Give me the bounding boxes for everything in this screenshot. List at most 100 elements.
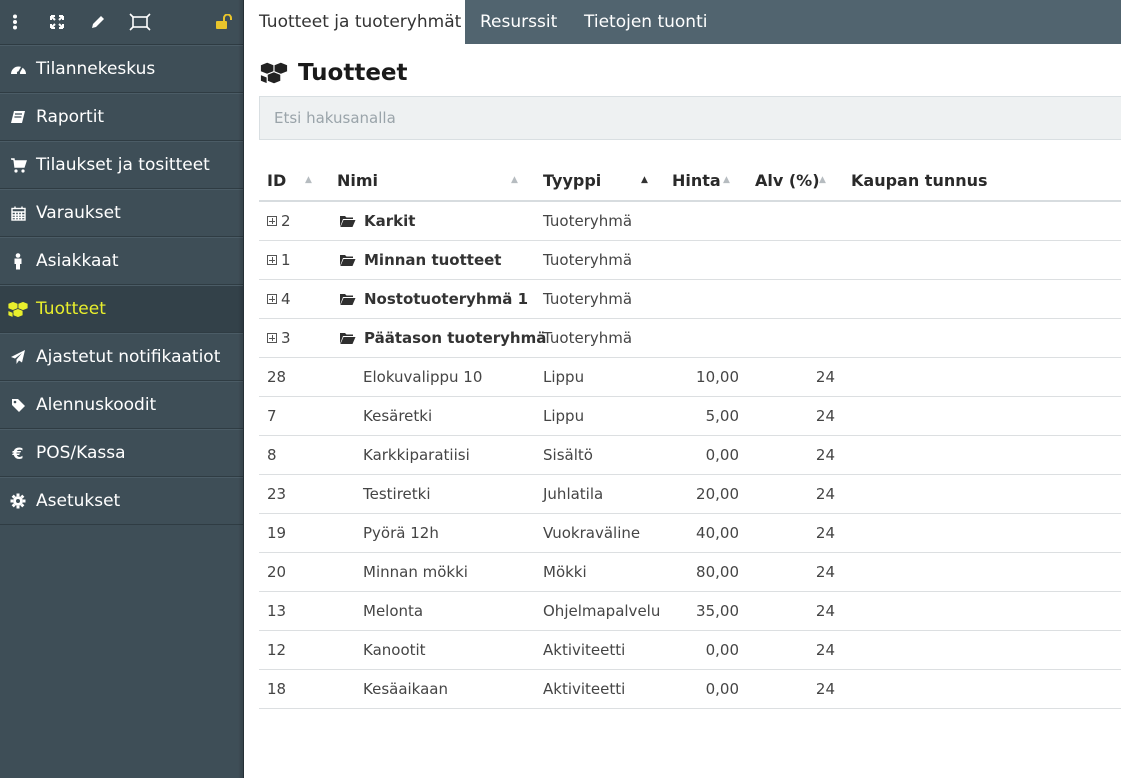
table-row-group[interactable]: 2 Karkit Tuoteryhmä [259, 202, 1121, 241]
id-cell: 19 [267, 524, 287, 542]
table-row[interactable]: 18 Kesäaikaan Aktiviteetti 0,00 24 [259, 670, 1121, 709]
sidebar-item-pos-kassa[interactable]: € POS/Kassa [0, 429, 243, 477]
table-row[interactable]: 20 Minnan mökki Mökki 80,00 24 [259, 553, 1121, 592]
id-cell: 3 [267, 319, 291, 357]
name-cell: Kesäretki [363, 407, 433, 425]
table-row[interactable]: 8 Karkkiparatiisi Sisältö 0,00 24 [259, 436, 1121, 475]
type-cell: Vuokraväline [543, 524, 641, 542]
tab-resurssit[interactable]: Resurssit [480, 0, 557, 44]
sidebar-item-label: Asiakkaat [36, 251, 119, 271]
name-cell: Päätason tuoteryhmä [339, 319, 546, 357]
type-cell: Sisältö [543, 446, 593, 464]
sort-icon[interactable]: ▲ [511, 160, 518, 200]
sidebar-item-varaukset[interactable]: Varaukset [0, 189, 243, 237]
id-cell: 28 [267, 368, 287, 386]
sidebar-item-label: Tilaukset ja tositteet [36, 155, 210, 175]
column-header-nimi[interactable]: Nimi [337, 160, 378, 200]
expand-plus-icon[interactable] [267, 216, 277, 226]
name-cell: Minnan mökki [363, 563, 468, 581]
sort-icon[interactable]: ▲ [723, 160, 730, 200]
sidebar-item-label: Raportit [36, 107, 105, 127]
id-cell: 8 [267, 446, 277, 464]
table-row[interactable]: 23 Testiretki Juhlatila 20,00 24 [259, 475, 1121, 514]
column-header-kaupan-tunnus[interactable]: Kaupan tunnus [851, 160, 988, 200]
pencil-icon[interactable] [86, 10, 110, 34]
table-row[interactable]: 19 Pyörä 12h Vuokraväline 40,00 24 [259, 514, 1121, 553]
table-row[interactable]: 12 Kanootit Aktiviteetti 0,00 24 [259, 631, 1121, 670]
table-row-group[interactable]: 4 Nostotuoteryhmä 1 Tuoteryhmä [259, 280, 1121, 319]
sidebar-item-ajastetut-notifikaatiot[interactable]: Ajastetut notifikaatiot [0, 333, 243, 381]
sort-icon[interactable]: ▲ [819, 160, 826, 200]
unlock-icon[interactable] [212, 10, 236, 34]
expand-plus-icon[interactable] [267, 255, 277, 265]
type-cell: Mökki [543, 563, 587, 581]
vat-cell: 24 [815, 563, 835, 581]
expand-icon[interactable] [45, 10, 69, 34]
name-cell: Pyörä 12h [363, 524, 439, 542]
calendar-icon [0, 206, 36, 221]
search-input[interactable] [259, 96, 1121, 140]
type-cell: Tuoteryhmä [543, 329, 633, 347]
column-header-tyyppi[interactable]: Tyyppi [543, 160, 601, 200]
column-header-id[interactable]: ID [267, 160, 286, 200]
table-row-group[interactable]: 1 Minnan tuotteet Tuoteryhmä [259, 241, 1121, 280]
euro-icon: € [12, 443, 24, 463]
type-cell: Aktiviteetti [543, 641, 626, 659]
table-row[interactable]: 7 Kesäretki Lippu 5,00 24 [259, 397, 1121, 436]
column-header-alv[interactable]: Alv (%) [755, 160, 820, 200]
price-cell: 0,00 [705, 446, 739, 464]
sidebar-menu: Tilannekeskus Raportit Tilaukset ja tosi… [0, 45, 243, 525]
page-title-text: Tuotteet [298, 60, 408, 86]
sidebar-item-tuotteet[interactable]: Tuotteet [0, 285, 243, 333]
id-cell: 1 [267, 241, 291, 279]
name-cell: Testiretki [363, 485, 431, 503]
price-cell: 20,00 [696, 485, 739, 503]
type-cell: Lippu [543, 368, 585, 386]
type-cell: Tuoteryhmä [543, 251, 633, 269]
type-cell: Ohjelmapalvelu [543, 602, 661, 620]
sidebar-item-label: Asetukset [36, 491, 121, 511]
sidebar-item-asiakkaat[interactable]: Asiakkaat [0, 237, 243, 285]
id-cell: 7 [267, 407, 277, 425]
id-cell: 2 [267, 202, 291, 240]
sidebar-item-label: Ajastetut notifikaatiot [36, 347, 221, 367]
sidebar-item-raportit[interactable]: Raportit [0, 93, 243, 141]
sidebar-item-asetukset[interactable]: Asetukset [0, 477, 243, 525]
resize-icon[interactable] [128, 10, 152, 34]
person-icon [0, 252, 36, 270]
table-row-group[interactable]: 3 Päätason tuoteryhmä Tuoteryhmä [259, 319, 1121, 358]
sidebar-item-label: Varaukset [36, 203, 121, 223]
price-cell: 10,00 [696, 368, 739, 386]
paper-plane-icon [0, 349, 36, 365]
sidebar-item-alennuskoodit[interactable]: Alennuskoodit [0, 381, 243, 429]
sort-icon[interactable]: ▲ [305, 160, 312, 200]
price-cell: 0,00 [705, 641, 739, 659]
id-cell: 12 [267, 641, 287, 659]
tab-tuotteet-ja-tuoteryhmat[interactable]: Tuotteet ja tuoteryhmät [244, 0, 465, 44]
type-cell: Tuoteryhmä [543, 212, 633, 230]
name-cell: Kanootit [363, 641, 426, 659]
folder-open-icon [339, 293, 356, 306]
type-cell: Tuoteryhmä [543, 290, 633, 308]
id-cell: 4 [267, 280, 291, 318]
page-title: Tuotteet [259, 57, 408, 89]
expand-plus-icon[interactable] [267, 333, 277, 343]
vat-cell: 24 [815, 524, 835, 542]
vertical-dots-icon[interactable] [3, 10, 27, 34]
name-cell: Nostotuoteryhmä 1 [339, 280, 528, 318]
table-row[interactable]: 28 Elokuvalippu 10 Lippu 10,00 24 [259, 358, 1121, 397]
type-cell: Lippu [543, 407, 585, 425]
sidebar-toolbar [0, 0, 243, 45]
expand-plus-icon[interactable] [267, 294, 277, 304]
sort-icon[interactable]: ▲ [641, 160, 648, 200]
id-cell: 23 [267, 485, 287, 503]
price-cell: 80,00 [696, 563, 739, 581]
sidebar-item-tilaukset-ja-tositteet[interactable]: Tilaukset ja tositteet [0, 141, 243, 189]
tab-tietojen-tuonti[interactable]: Tietojen tuonti [584, 0, 707, 44]
dashboard-icon [0, 62, 36, 76]
table-header: ID ▲ Nimi ▲ Tyyppi ▲ Hinta ▲ Alv (%) ▲ K… [259, 160, 1121, 202]
table-row[interactable]: 13 Melonta Ohjelmapalvelu 35,00 24 [259, 592, 1121, 631]
column-header-hinta[interactable]: Hinta [672, 160, 721, 200]
name-cell: Kesäaikaan [363, 680, 448, 698]
sidebar-item-tilannekeskus[interactable]: Tilannekeskus [0, 45, 243, 93]
